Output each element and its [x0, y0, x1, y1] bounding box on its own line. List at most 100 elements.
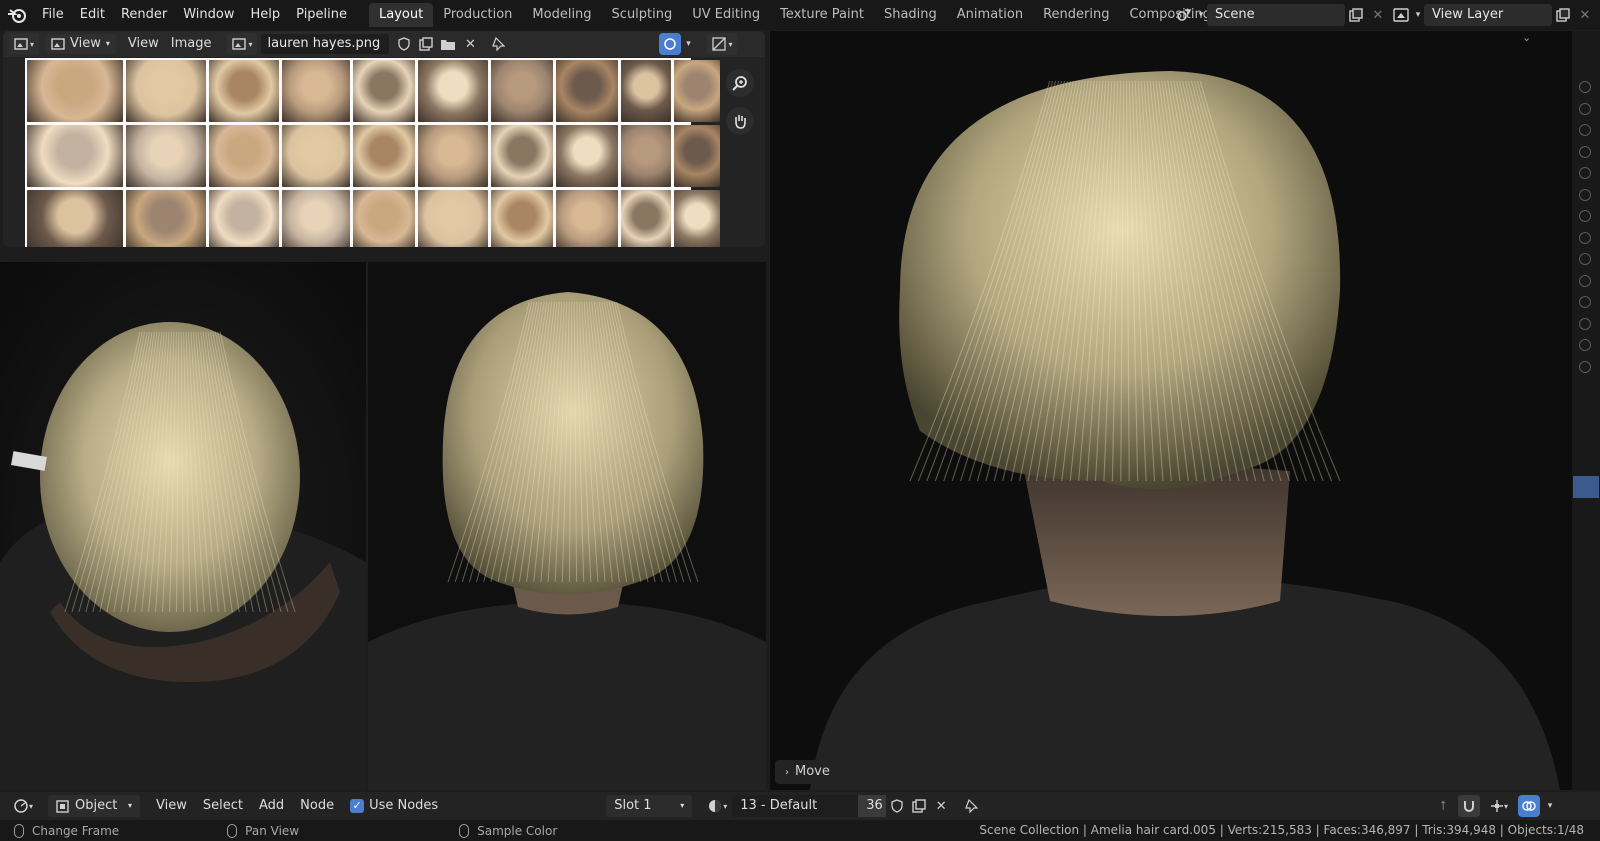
- material-name-field[interactable]: 13 - Default: [732, 795, 859, 817]
- properties-tab-icon[interactable]: [1579, 339, 1591, 351]
- editor-type-icon[interactable]: ▾: [9, 33, 39, 55]
- viewport-top-view[interactable]: [0, 262, 366, 790]
- display-channels-icon[interactable]: ▾: [707, 33, 738, 55]
- reference-photo: [353, 125, 415, 187]
- properties-tab-icon[interactable]: [1579, 102, 1591, 115]
- reference-photo: [674, 60, 720, 122]
- new-scene-icon[interactable]: [1345, 4, 1367, 26]
- snap-element-icon[interactable]: ▾: [1484, 795, 1514, 817]
- properties-tab-icon[interactable]: [1579, 296, 1591, 308]
- properties-tab-icon[interactable]: [1579, 145, 1591, 158]
- editor-type-icon[interactable]: ▾: [8, 795, 38, 817]
- menu-help[interactable]: Help: [243, 3, 289, 27]
- scene-name-field[interactable]: Scene: [1207, 4, 1345, 26]
- object-icon: [56, 799, 69, 813]
- tab-rendering[interactable]: Rendering: [1033, 3, 1119, 27]
- viewport-back-view[interactable]: ‹›: [368, 262, 766, 790]
- menu-pipeline[interactable]: Pipeline: [288, 3, 355, 27]
- chevron-down-icon[interactable]: ▾: [1195, 4, 1207, 26]
- chevron-down-icon[interactable]: ⌄: [1522, 31, 1531, 44]
- menu-edit[interactable]: Edit: [72, 3, 113, 27]
- menu-select[interactable]: Select: [195, 795, 251, 817]
- reference-photo: [126, 60, 206, 122]
- reference-photo: [674, 190, 720, 247]
- image-icon: [51, 38, 65, 50]
- properties-tab-icon[interactable]: [1579, 231, 1591, 244]
- snap-magnet-icon[interactable]: [1458, 795, 1480, 817]
- duplicate-icon[interactable]: [415, 33, 437, 55]
- properties-tab-icon[interactable]: [1579, 360, 1591, 373]
- tab-production[interactable]: Production: [433, 3, 522, 27]
- last-operator-panel[interactable]: › Move: [775, 760, 943, 784]
- view-layer-icon[interactable]: [1390, 4, 1412, 26]
- menu-file[interactable]: File: [34, 3, 72, 27]
- reference-photo: [491, 60, 553, 122]
- chevron-down-icon[interactable]: ▾: [681, 33, 695, 55]
- browse-image-icon[interactable]: ▾: [227, 33, 258, 55]
- tab-shading[interactable]: Shading: [874, 3, 947, 27]
- properties-tab-icon[interactable]: [1579, 317, 1591, 330]
- material-users-count[interactable]: 36: [858, 795, 887, 817]
- properties-tab-icon[interactable]: [1579, 81, 1591, 93]
- properties-tab-icon[interactable]: [1579, 188, 1591, 201]
- properties-tab-icon[interactable]: [1579, 167, 1591, 179]
- tab-sculpting[interactable]: Sculpting: [602, 3, 683, 27]
- tab-animation[interactable]: Animation: [947, 3, 1033, 27]
- open-folder-icon[interactable]: [437, 33, 459, 55]
- pin-icon[interactable]: [487, 33, 509, 55]
- properties-tab-icon[interactable]: [1579, 210, 1591, 222]
- menu-window[interactable]: Window: [175, 3, 242, 27]
- menu-add[interactable]: Add: [251, 795, 292, 817]
- tab-layout[interactable]: Layout: [369, 3, 434, 27]
- close-icon[interactable]: ✕: [459, 33, 481, 55]
- parent-node-arrow-icon[interactable]: ⭡: [1432, 795, 1454, 817]
- use-nodes-toggle[interactable]: ✓ Use Nodes: [342, 795, 446, 817]
- menu-render[interactable]: Render: [113, 3, 175, 27]
- reference-photo: [353, 60, 415, 122]
- reference-photo: [126, 190, 206, 247]
- material-slot-dropdown[interactable]: Slot 1 ▾: [606, 795, 693, 817]
- reference-photo: [621, 60, 671, 122]
- properties-tab-icon[interactable]: [1579, 274, 1591, 287]
- tab-texture-paint[interactable]: Texture Paint: [770, 3, 874, 27]
- close-icon[interactable]: ✕: [1574, 4, 1596, 26]
- pin-icon[interactable]: [960, 795, 982, 817]
- fake-user-shield-icon[interactable]: [886, 795, 908, 817]
- tab-modeling[interactable]: Modeling: [522, 3, 601, 27]
- reference-photo: [491, 125, 553, 187]
- status-hint-2-label: Pan View: [245, 823, 300, 838]
- fake-user-shield-icon[interactable]: [393, 33, 415, 55]
- browse-material-icon[interactable]: ▾: [702, 795, 732, 817]
- close-icon[interactable]: ✕: [1367, 4, 1389, 26]
- menu-image[interactable]: Image: [165, 34, 218, 54]
- view-layer-name-field[interactable]: View Layer: [1424, 4, 1552, 26]
- properties-tab-icon[interactable]: [1579, 253, 1591, 265]
- image-name-field[interactable]: lauren hayes.png: [261, 34, 390, 54]
- menu-view[interactable]: View: [122, 34, 165, 54]
- new-view-layer-icon[interactable]: [1552, 4, 1574, 26]
- viewport-main-render[interactable]: ⌄: [770, 31, 1572, 790]
- overlay-toggle-icon[interactable]: [1518, 795, 1540, 817]
- tab-uv-editing[interactable]: UV Editing: [682, 3, 770, 27]
- node-editor-right-tools: ⭡ ▾ ▾: [1432, 795, 1556, 817]
- active-properties-tab[interactable]: [1573, 476, 1599, 498]
- view-mode-dropdown[interactable]: View ▾: [45, 34, 116, 54]
- object-mode-dropdown[interactable]: Object ▾: [48, 795, 140, 817]
- menu-view[interactable]: View: [148, 795, 195, 817]
- zoom-icon[interactable]: [726, 69, 754, 97]
- slot-label: Slot 1: [614, 798, 652, 813]
- reference-photo: [353, 190, 415, 247]
- chevron-down-icon[interactable]: ▾: [1412, 4, 1424, 26]
- menu-node[interactable]: Node: [292, 795, 342, 817]
- reference-image-collage[interactable]: [25, 58, 720, 247]
- close-icon[interactable]: ✕: [930, 795, 952, 817]
- duplicate-icon[interactable]: [908, 795, 930, 817]
- chevron-down-icon[interactable]: ▾: [1544, 795, 1556, 817]
- blender-logo-icon[interactable]: [0, 0, 34, 30]
- hand-pan-icon[interactable]: [726, 107, 754, 135]
- properties-tab-icon[interactable]: [1579, 124, 1591, 136]
- view-layer-selector: ▾ View Layer ✕: [1390, 3, 1600, 27]
- main-menu: File Edit Render Window Help Pipeline: [34, 3, 355, 27]
- scene-icon[interactable]: [1173, 4, 1195, 26]
- gizmo-toggle-icon[interactable]: [659, 33, 682, 55]
